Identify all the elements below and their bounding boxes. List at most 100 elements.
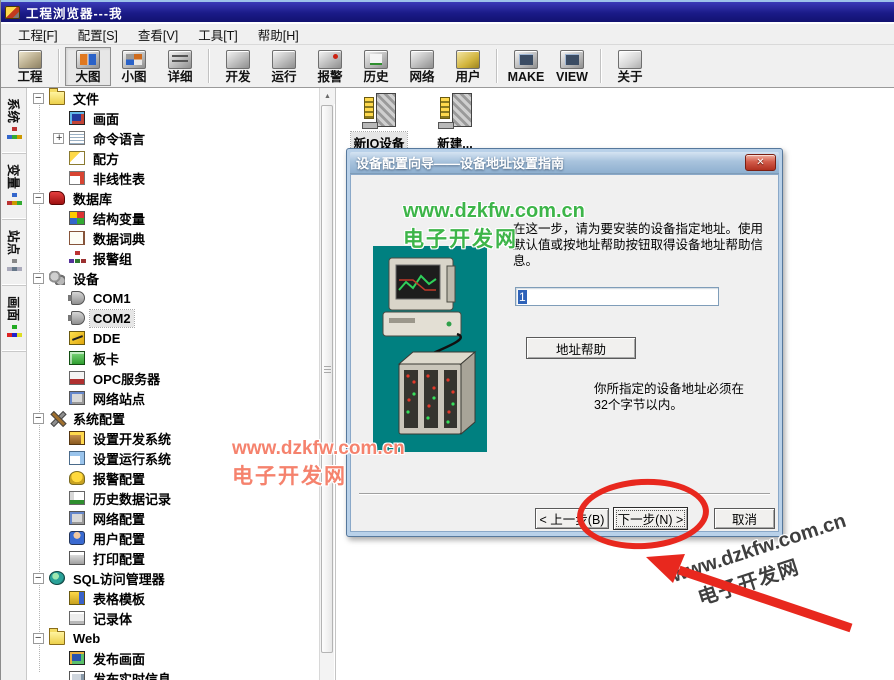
stations-tab-icon (7, 259, 22, 272)
tab-label: 变量 (5, 164, 24, 189)
template-icon (69, 591, 85, 605)
toolbar-history-button[interactable]: 历史 (353, 47, 399, 86)
collapse-toggle-icon[interactable] (33, 573, 44, 584)
expand-toggle-icon[interactable] (53, 133, 64, 144)
tree-scrollbar[interactable] (319, 88, 334, 680)
toolbar-view-button[interactable]: VIEW (549, 47, 595, 86)
tree-item-publish-realtime[interactable]: 发布实时信息 (28, 668, 319, 680)
tree-item-files[interactable]: 文件 (28, 88, 319, 108)
tab-screens[interactable]: 画面 (2, 286, 26, 352)
cancel-button[interactable]: 取消 (714, 508, 775, 529)
tree-item-board[interactable]: 板卡 (28, 348, 319, 368)
publish-screen-icon (69, 651, 85, 665)
toolbar-develop-button[interactable]: 开发 (215, 47, 261, 86)
menu-tools[interactable]: 工具[T] (189, 23, 247, 46)
address-help-button[interactable]: 地址帮助 (526, 337, 636, 359)
tree-item-label: COM2 (90, 310, 134, 327)
toolbar-run-button[interactable]: 运行 (261, 47, 307, 86)
scrollbar-thumb[interactable] (321, 105, 333, 653)
tree-item-screen[interactable]: 画面 (28, 108, 319, 128)
tab-system[interactable]: 系统 (2, 88, 26, 154)
network-config-icon (69, 511, 85, 525)
tree-item-sql-manager[interactable]: SQL访问管理器 (28, 568, 319, 588)
next-button[interactable]: 下一步(N) > (613, 507, 688, 530)
toolbar-users-button[interactable]: 用户 (445, 47, 491, 86)
tree-item-struct-variables[interactable]: 结构变量 (28, 208, 319, 228)
tree-item-web[interactable]: Web (28, 628, 319, 648)
tree-item-user-config[interactable]: 用户配置 (28, 528, 319, 548)
close-icon[interactable] (745, 154, 776, 171)
new-io-device-item[interactable]: 新IO设备 (350, 93, 408, 153)
tree-item-history-record[interactable]: 历史数据记录 (28, 488, 319, 508)
tab-variables[interactable]: 变量 (2, 154, 26, 220)
menu-project[interactable]: 工程[F] (9, 23, 67, 46)
toolbar-small-icons-button[interactable]: 小图 (111, 47, 157, 86)
tree-item-opc-server[interactable]: OPC服务器 (28, 368, 319, 388)
tree-item-label: 数据词典 (90, 228, 148, 249)
toolbar-label: 运行 (271, 71, 296, 83)
tree-item-alarm-config[interactable]: 报警配置 (28, 468, 319, 488)
tree-item-label: 命令语言 (90, 128, 148, 149)
collapse-toggle-icon[interactable] (33, 633, 44, 644)
tree-item-nonlinear-table[interactable]: 非线性表 (28, 168, 319, 188)
tree-item-label: 打印配置 (90, 548, 148, 569)
tree-item-run-system-settings[interactable]: 设置运行系统 (28, 448, 319, 468)
back-button[interactable]: < 上一步(B) (535, 508, 609, 529)
tree-item-network-station[interactable]: 网络站点 (28, 388, 319, 408)
collapse-toggle-icon[interactable] (33, 413, 44, 424)
tree-item-system-config[interactable]: 系统配置 (28, 408, 319, 428)
collapse-toggle-icon[interactable] (33, 193, 44, 204)
tree-item-data-dictionary[interactable]: 数据词典 (28, 228, 319, 248)
dev-system-icon (69, 431, 85, 445)
menu-config[interactable]: 配置[S] (69, 23, 127, 46)
user-icon (69, 531, 85, 545)
scroll-up-icon[interactable] (320, 88, 335, 104)
tree-item-dde[interactable]: DDE (28, 328, 319, 348)
tree-item-alarm-group[interactable]: 报警组 (28, 248, 319, 268)
toolbar-details-button[interactable]: 详细 (157, 47, 203, 86)
toolbar-network-button[interactable]: 网络 (399, 47, 445, 86)
large-icons-icon (76, 50, 100, 69)
address-input[interactable]: 1 (515, 287, 719, 306)
menu-help[interactable]: 帮助[H] (249, 23, 308, 46)
tree-item-com2[interactable]: COM2 (28, 308, 319, 328)
toolbar-label: 关于 (617, 71, 642, 83)
toolbar-label: 开发 (225, 71, 250, 83)
new-device-item[interactable]: 新建... (426, 93, 484, 153)
tree-item-dev-system-settings[interactable]: 设置开发系统 (28, 428, 319, 448)
menu-view[interactable]: 查看[V] (129, 23, 187, 46)
dialog-title-bar[interactable]: 设备配置向导——设备地址设置指南 (350, 152, 779, 174)
tree-item-print-config[interactable]: 打印配置 (28, 548, 319, 568)
tree-item-com1[interactable]: COM1 (28, 288, 319, 308)
tree-item-table-template[interactable]: 表格模板 (28, 588, 319, 608)
tree-item-publish-screen[interactable]: 发布画面 (28, 648, 319, 668)
app-icon (5, 6, 20, 19)
tree-item-database[interactable]: 数据库 (28, 188, 319, 208)
toolbar-label: 用户 (455, 71, 480, 83)
tree-item-label: 记录体 (90, 608, 135, 629)
screen-icon (69, 111, 85, 125)
users-icon (456, 50, 480, 69)
dialog-body: 在这一步，请为要安装的设备指定地址。使用默认值或按地址帮助按钮取得设备地址帮助信… (350, 174, 779, 532)
tree-item-command-language[interactable]: 命令语言 (28, 128, 319, 148)
toolbar-project-button[interactable]: 工程 (7, 47, 53, 86)
toolbar-make-button[interactable]: MAKE (503, 47, 549, 86)
tree-item-network-config[interactable]: 网络配置 (28, 508, 319, 528)
toolbar-about-button[interactable]: 关于 (607, 47, 653, 86)
tree-item-label: COM1 (90, 290, 134, 307)
collapse-toggle-icon[interactable] (33, 273, 44, 284)
tree-item-label: 网络站点 (90, 388, 148, 409)
tree-item-recipe[interactable]: 配方 (28, 148, 319, 168)
printer-icon (69, 551, 85, 565)
tree-item-label: 文件 (70, 88, 102, 109)
tab-stations[interactable]: 站点 (2, 220, 26, 286)
toolbar-alarm-button[interactable]: 报警 (307, 47, 353, 86)
tree-item-devices[interactable]: 设备 (28, 268, 319, 288)
network-icon (410, 50, 434, 69)
app-window: 工程浏览器---我 工程[F] 配置[S] 查看[V] 工具[T] 帮助[H] … (0, 0, 894, 680)
run-system-icon (69, 451, 85, 465)
script-icon (69, 131, 85, 145)
collapse-toggle-icon[interactable] (33, 93, 44, 104)
toolbar-large-icons-button[interactable]: 大图 (65, 47, 111, 86)
tree-item-record-body[interactable]: 记录体 (28, 608, 319, 628)
